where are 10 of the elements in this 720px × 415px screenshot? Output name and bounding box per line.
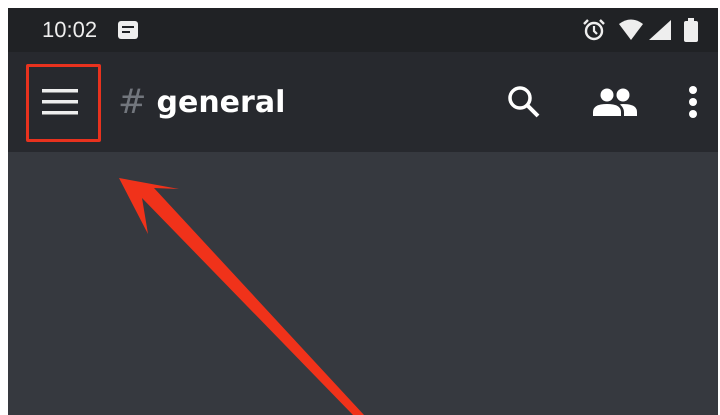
notification-icon (117, 20, 140, 40)
alarm-icon (582, 18, 606, 42)
status-time: 10:02 (42, 17, 98, 43)
more-options-button[interactable] (686, 84, 700, 120)
channel-hash: # (118, 82, 146, 122)
search-button[interactable] (506, 84, 542, 120)
signal-icon (648, 19, 672, 41)
channel-name: general (156, 84, 286, 120)
battery-icon (684, 18, 698, 42)
wifi-icon (618, 19, 644, 41)
